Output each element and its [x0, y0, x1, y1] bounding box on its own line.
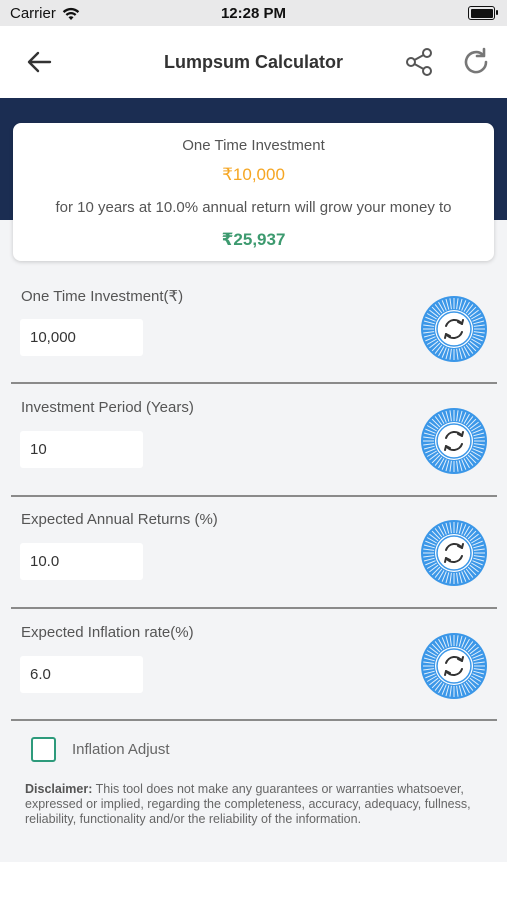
battery-icon: [468, 6, 498, 20]
summary-result: ₹25,937: [221, 230, 286, 249]
summary-title: One Time Investment: [182, 137, 325, 154]
field-label: Expected Annual Returns (%): [21, 511, 218, 528]
one-time-investment-input[interactable]: [20, 319, 143, 356]
bottom-spacer: [0, 862, 507, 900]
returns-dial[interactable]: [420, 519, 488, 587]
rotary-dial-icon: [421, 296, 487, 362]
disclaimer: Disclaimer: This tool does not make any …: [25, 782, 480, 827]
divider: [11, 382, 497, 384]
inflation-rate-input[interactable]: [20, 656, 143, 693]
status-bar: Carrier 12:28 PM: [0, 0, 507, 26]
refresh-button[interactable]: [460, 46, 492, 78]
inflation-adjust-label: Inflation Adjust: [72, 741, 170, 758]
summary-amount: ₹10,000: [222, 165, 285, 184]
share-button[interactable]: [403, 46, 435, 78]
divider: [11, 495, 497, 497]
rotary-dial-icon: [421, 408, 487, 474]
app-header: Lumpsum Calculator: [0, 26, 507, 98]
rotary-dial-icon: [421, 520, 487, 586]
divider: [11, 719, 497, 721]
field-label: Investment Period (Years): [21, 399, 194, 416]
summary-description: for 10 years at 10.0% annual return will…: [55, 199, 452, 216]
annual-returns-input[interactable]: [20, 543, 143, 580]
rotary-dial-icon: [421, 633, 487, 699]
share-icon: [406, 48, 432, 76]
inflation-adjust-checkbox[interactable]: [31, 737, 56, 762]
disclaimer-text: This tool does not make any guarantees o…: [25, 782, 471, 826]
field-label: One Time Investment(₹): [21, 288, 184, 305]
investment-period-input[interactable]: [20, 431, 143, 468]
status-time: 12:28 PM: [220, 5, 287, 22]
period-dial[interactable]: [420, 407, 488, 475]
summary-card: One Time Investment ₹10,000 for 10 years…: [13, 123, 494, 261]
divider: [11, 607, 497, 609]
refresh-icon: [464, 47, 488, 74]
field-label: Expected Inflation rate(%): [21, 624, 194, 641]
investment-dial[interactable]: [420, 295, 488, 363]
inflation-dial[interactable]: [420, 632, 488, 700]
disclaimer-heading: Disclaimer:: [25, 782, 93, 796]
